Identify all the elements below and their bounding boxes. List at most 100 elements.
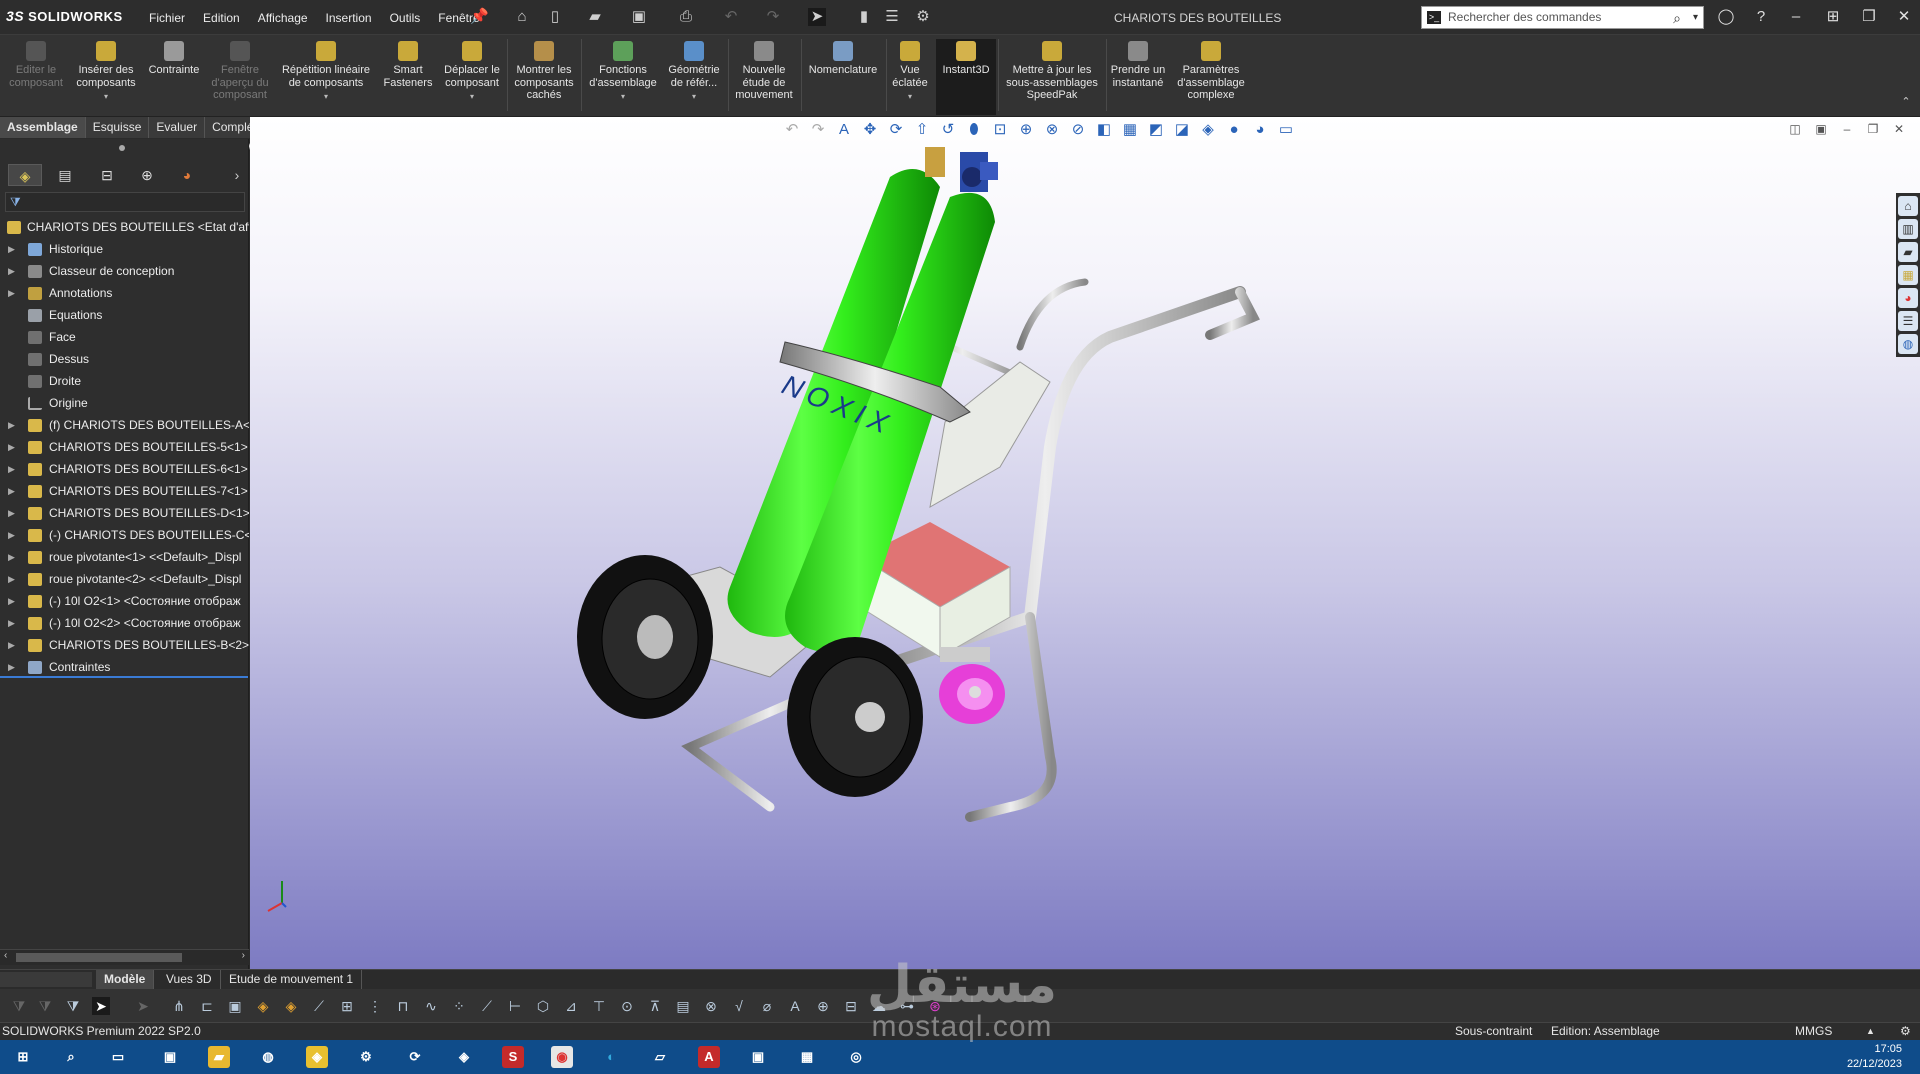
- filter-toggle-icon[interactable]: ⧩: [10, 997, 28, 1015]
- new-motion-study-button[interactable]: Nouvelle étude de mouvement: [730, 39, 798, 102]
- rebuild-traffic-light-icon[interactable]: ▮: [855, 8, 873, 26]
- scrollbar-thumb[interactable]: [16, 953, 182, 962]
- filter-gtol-icon[interactable]: ⊿: [562, 997, 580, 1015]
- component-preview-button[interactable]: Fenêtre d'aperçu du composant: [210, 39, 270, 102]
- filter-center-mark-icon[interactable]: ⊕: [814, 997, 832, 1015]
- open-folder-icon[interactable]: ▰: [586, 8, 604, 26]
- pivot-caster-wheel[interactable]: [939, 647, 1005, 724]
- new-document-icon[interactable]: ▯: [546, 8, 564, 26]
- take-snapshot-button[interactable]: Prendre un instantané: [1108, 39, 1168, 89]
- tree-item-component[interactable]: ▶ roue pivotante<2> <<Default>_Displ: [0, 568, 249, 590]
- tab-assemblage[interactable]: Assemblage: [0, 117, 86, 138]
- cursor-filter-icon[interactable]: ➤: [134, 997, 152, 1015]
- search-icon[interactable]: ⌕: [1673, 8, 1681, 29]
- filter-cosmetic-thread-icon[interactable]: ⊗: [702, 997, 720, 1015]
- minimize-icon[interactable]: –: [1784, 7, 1808, 27]
- insert-components-button[interactable]: Insérer des composants ▾: [72, 39, 140, 104]
- edit-component-button[interactable]: Editer le composant: [4, 39, 68, 89]
- filter-axis-icon[interactable]: ⋮: [366, 997, 384, 1015]
- rear-wheel-right[interactable]: [787, 637, 923, 797]
- move-component-button[interactable]: Déplacer le composant ▾: [440, 39, 504, 104]
- filter-revision-cloud-icon[interactable]: ☁: [870, 997, 888, 1015]
- help-icon[interactable]: ?: [1749, 7, 1773, 27]
- show-hidden-components-button[interactable]: Montrer les composants cachés: [510, 39, 578, 102]
- tab-evaluer[interactable]: Evaluer: [149, 117, 206, 138]
- menu-affichage[interactable]: Affichage: [249, 11, 317, 25]
- menu-insertion[interactable]: Insertion: [317, 11, 381, 25]
- linear-pattern-button[interactable]: Répétition linéaire de composants ▾: [276, 39, 376, 104]
- select-cursor-icon[interactable]: ➤: [808, 8, 826, 26]
- update-speedpak-button[interactable]: Mettre à jour les sous-assemblages Speed…: [1000, 39, 1104, 102]
- status-units[interactable]: MMGS: [1795, 1023, 1832, 1040]
- command-search-input[interactable]: >_ Rechercher des commandes ⌕ ▾: [1421, 6, 1704, 29]
- tree-item-component[interactable]: ▶ CHARIOTS DES BOUTEILLES-6<1> <I: [0, 458, 249, 480]
- expand-arrow-icon[interactable]: ▶: [8, 502, 15, 524]
- tree-horizontal-scrollbar[interactable]: ‹ ›: [0, 949, 249, 965]
- filter-surface-finish-icon[interactable]: √: [730, 997, 748, 1015]
- select-cursor-icon[interactable]: ➤: [92, 997, 110, 1015]
- expand-arrow-icon[interactable]: ▶: [8, 282, 15, 304]
- filter-clear-icon[interactable]: ⧩: [36, 997, 54, 1015]
- filter-sketch-points-icon[interactable]: ⁘: [450, 997, 468, 1015]
- solidworks-logo[interactable]: 3S SOLIDWORKS: [6, 8, 123, 24]
- filter-parts-icon[interactable]: ◈: [254, 997, 272, 1015]
- filter-curves-icon[interactable]: ∿: [422, 997, 440, 1015]
- expand-arrow-icon[interactable]: ▶: [8, 656, 15, 678]
- undo-icon[interactable]: ↶: [722, 8, 740, 26]
- expand-arrow-icon[interactable]: ▶: [8, 524, 15, 546]
- tree-filter-input[interactable]: ⧩: [5, 192, 245, 212]
- solidworks-taskbar-icon[interactable]: S: [502, 1046, 524, 1068]
- filter-text-icon[interactable]: A: [786, 997, 804, 1015]
- tree-item-plane-right[interactable]: Droite: [0, 370, 249, 392]
- filter-plane-icon[interactable]: ⊓: [394, 997, 412, 1015]
- system-clock[interactable]: 17:05 22/12/2023: [1847, 1042, 1902, 1072]
- save-icon[interactable]: ▣: [630, 8, 648, 26]
- tree-item-origin[interactable]: Origine: [0, 392, 249, 414]
- tree-item-component[interactable]: ▶ (-) 10l O2<1> <Состояние отображ: [0, 590, 249, 612]
- tree-item-component[interactable]: ▶ CHARIOTS DES BOUTEILLES-B<2> <: [0, 634, 249, 656]
- cart-upper-tray[interactable]: [929, 361, 1051, 508]
- tab-3d-views[interactable]: Vues 3D: [158, 970, 221, 989]
- expand-arrow-icon[interactable]: ▶: [8, 480, 15, 502]
- menu-edition[interactable]: Edition: [194, 11, 249, 25]
- collapse-ribbon-chevron-icon[interactable]: ⌃: [1897, 93, 1915, 111]
- display-manager-tab-icon[interactable]: ◕: [170, 164, 204, 186]
- tree-item-plane-top[interactable]: Dessus: [0, 348, 249, 370]
- cart-3d-model[interactable]: NOXIX: [250, 117, 1920, 969]
- calculator-icon[interactable]: ▦: [796, 1046, 818, 1068]
- filter-dowel-icon[interactable]: ⊟: [842, 997, 860, 1015]
- chevron-down-icon[interactable]: ▾: [1693, 7, 1698, 28]
- app-icon[interactable]: ◈: [306, 1046, 328, 1068]
- app-icon[interactable]: ▱: [649, 1046, 671, 1068]
- settings-gear-icon[interactable]: ⚙: [355, 1046, 377, 1068]
- expand-arrow-icon[interactable]: ▶: [8, 546, 15, 568]
- filter-mates-icon[interactable]: ⊛: [926, 997, 944, 1015]
- tab-motion-study[interactable]: Etude de mouvement 1: [221, 970, 363, 989]
- filter-datum-icon[interactable]: ⊼: [646, 997, 664, 1015]
- app-icon[interactable]: ⟳: [404, 1046, 426, 1068]
- redo-icon[interactable]: ↷: [764, 8, 782, 26]
- edge-icon[interactable]: ◐: [600, 1046, 622, 1068]
- tree-item-historique[interactable]: ▶ Historique: [0, 238, 249, 260]
- instant3d-button[interactable]: Instant3D: [936, 39, 996, 115]
- bill-of-materials-button[interactable]: Nomenclature: [803, 39, 883, 77]
- chevron-up-icon[interactable]: ▲: [1866, 1023, 1875, 1040]
- graphics-viewport[interactable]: ↶ ↷ A ✥ ⟳ ⇧ ↺ ⬮ ⊡ ⊕ ⊗ ⊘ ◧ ▦ ◩ ◪ ◈ ● ◕ ▭ …: [250, 117, 1920, 969]
- reference-geometry-button[interactable]: Géométrie de référ... ▾: [662, 39, 726, 104]
- expand-arrow-icon[interactable]: ▶: [8, 634, 15, 656]
- configuration-manager-tab-icon[interactable]: ⊟: [90, 164, 124, 186]
- chevron-right-icon[interactable]: ›: [230, 164, 244, 186]
- tree-item-design-binder[interactable]: ▶ Classeur de conception: [0, 260, 249, 282]
- property-manager-tab-icon[interactable]: ▤: [48, 164, 82, 186]
- large-assembly-settings-button[interactable]: Paramètres d'assemblage complexe: [1172, 39, 1250, 102]
- filter-notes-icon[interactable]: ⬡: [534, 997, 552, 1015]
- filter-balloons-icon[interactable]: ⊙: [618, 997, 636, 1015]
- rear-wheel-left[interactable]: [577, 555, 713, 719]
- exploded-view-button[interactable]: Vue éclatée ▾: [888, 39, 932, 104]
- expand-arrow-icon[interactable]: ▶: [8, 568, 15, 590]
- tree-item-mates[interactable]: ▶ Contraintes: [0, 656, 249, 678]
- expand-arrow-icon[interactable]: ▶: [8, 590, 15, 612]
- pin-icon[interactable]: 📌: [470, 8, 489, 26]
- tab-scroll-arrows[interactable]: [0, 972, 92, 987]
- panel-grip-handle[interactable]: [119, 145, 125, 151]
